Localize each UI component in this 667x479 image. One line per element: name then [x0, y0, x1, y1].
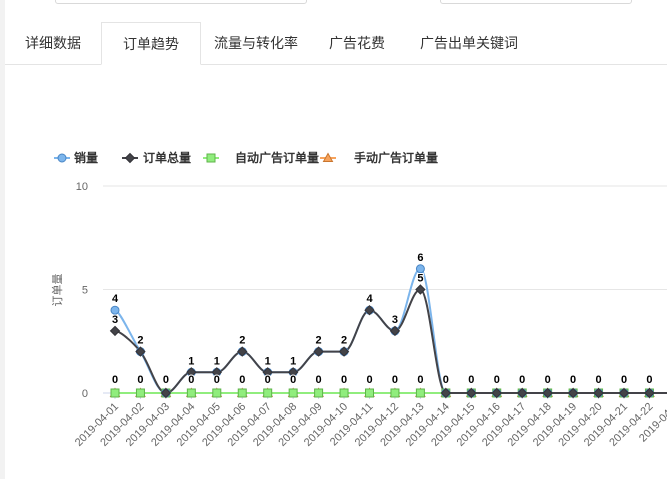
series-2-point[interactable]	[288, 388, 298, 398]
legend-marker-0[interactable]	[57, 153, 67, 163]
data-label: 1	[214, 355, 220, 367]
legend-marker-2[interactable]	[206, 153, 216, 163]
data-label-zero: 0	[646, 374, 652, 386]
data-label-zero: 0	[316, 374, 322, 386]
data-label-zero: 0	[494, 374, 500, 386]
data-label-zero: 0	[112, 374, 118, 386]
series-2-point[interactable]	[263, 388, 273, 398]
data-label-zero: 0	[595, 374, 601, 386]
series-2-point[interactable]	[237, 388, 247, 398]
y-tick-label: 10	[76, 181, 88, 193]
data-label: 1	[290, 355, 296, 367]
data-label-zero: 0	[443, 374, 449, 386]
data-label-zero: 0	[188, 374, 194, 386]
series-2-point[interactable]	[110, 388, 120, 398]
data-label: 3	[392, 314, 398, 326]
data-label: 6	[417, 252, 423, 264]
data-label-zero: 0	[137, 374, 143, 386]
data-label-zero: 0	[468, 374, 474, 386]
data-label-zero: 0	[341, 374, 347, 386]
legend-item-label[interactable]: 自动广告订单量	[235, 150, 319, 165]
data-label: 3	[112, 314, 118, 326]
data-label-zero: 0	[366, 374, 372, 386]
data-label: 4	[112, 293, 119, 305]
order-trend-chart: 0510订单量2019-04-012019-04-022019-04-03201…	[51, 150, 667, 449]
series-2-point[interactable]	[390, 388, 400, 398]
data-label-zero: 0	[392, 374, 398, 386]
series-2-point[interactable]	[415, 388, 425, 398]
series-2-point[interactable]	[339, 388, 349, 398]
data-label: 4	[366, 293, 373, 305]
legend-item-label[interactable]: 销量	[74, 150, 98, 165]
legend-item-label[interactable]: 手动广告订单量	[354, 150, 438, 165]
data-label-zero: 0	[545, 374, 551, 386]
data-label-zero: 0	[290, 374, 296, 386]
series-2-point[interactable]	[135, 388, 145, 398]
data-label: 2	[341, 335, 347, 347]
data-label-zero: 0	[417, 374, 423, 386]
data-label-zero: 0	[265, 374, 271, 386]
data-label-zero: 0	[239, 374, 245, 386]
legend-marker-1[interactable]	[124, 152, 136, 164]
data-label-zero: 0	[214, 374, 220, 386]
data-label: 1	[188, 355, 194, 367]
data-label: 1	[265, 355, 271, 367]
data-label-zero: 0	[570, 374, 576, 386]
series-2-point[interactable]	[212, 388, 222, 398]
series-2-point[interactable]	[314, 388, 324, 398]
data-label: 2	[137, 335, 143, 347]
data-label-zero: 0	[163, 374, 169, 386]
y-tick-label: 5	[82, 285, 88, 297]
data-label: 2	[239, 335, 245, 347]
data-label: 5	[417, 273, 423, 285]
legend-item-label[interactable]: 订单总量	[143, 150, 191, 165]
series-1-point[interactable]	[109, 325, 121, 337]
data-label-zero: 0	[621, 374, 627, 386]
series-2-point[interactable]	[186, 388, 196, 398]
series-2-point[interactable]	[365, 388, 374, 398]
data-label-zero: 0	[519, 374, 525, 386]
y-tick-label: 0	[82, 388, 88, 400]
data-label: 2	[316, 335, 322, 347]
y-axis-title: 订单量	[51, 274, 64, 307]
